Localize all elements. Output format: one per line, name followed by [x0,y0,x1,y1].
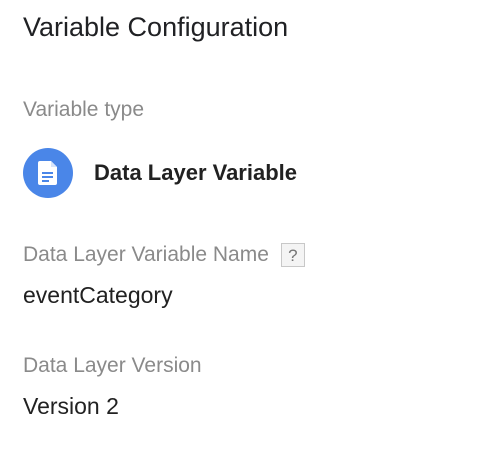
data-layer-variable-name-label-row: Data Layer Variable Name ? [23,242,305,268]
data-layer-version-label: Data Layer Version [23,354,202,377]
document-icon [23,148,73,198]
data-layer-variable-name-label: Data Layer Variable Name [23,243,269,266]
panel-title: Variable Configuration [23,12,289,42]
data-layer-version-value: Version 2 [23,393,119,419]
variable-configuration-panel: Variable Configuration Variable type Dat… [0,0,489,464]
variable-type-name: Data Layer Variable [94,160,298,185]
variable-type-row[interactable]: Data Layer Variable [23,148,297,198]
help-icon[interactable]: ? [280,243,305,267]
variable-type-label: Variable type [23,98,145,121]
data-layer-variable-name-value: eventCategory [23,282,173,308]
